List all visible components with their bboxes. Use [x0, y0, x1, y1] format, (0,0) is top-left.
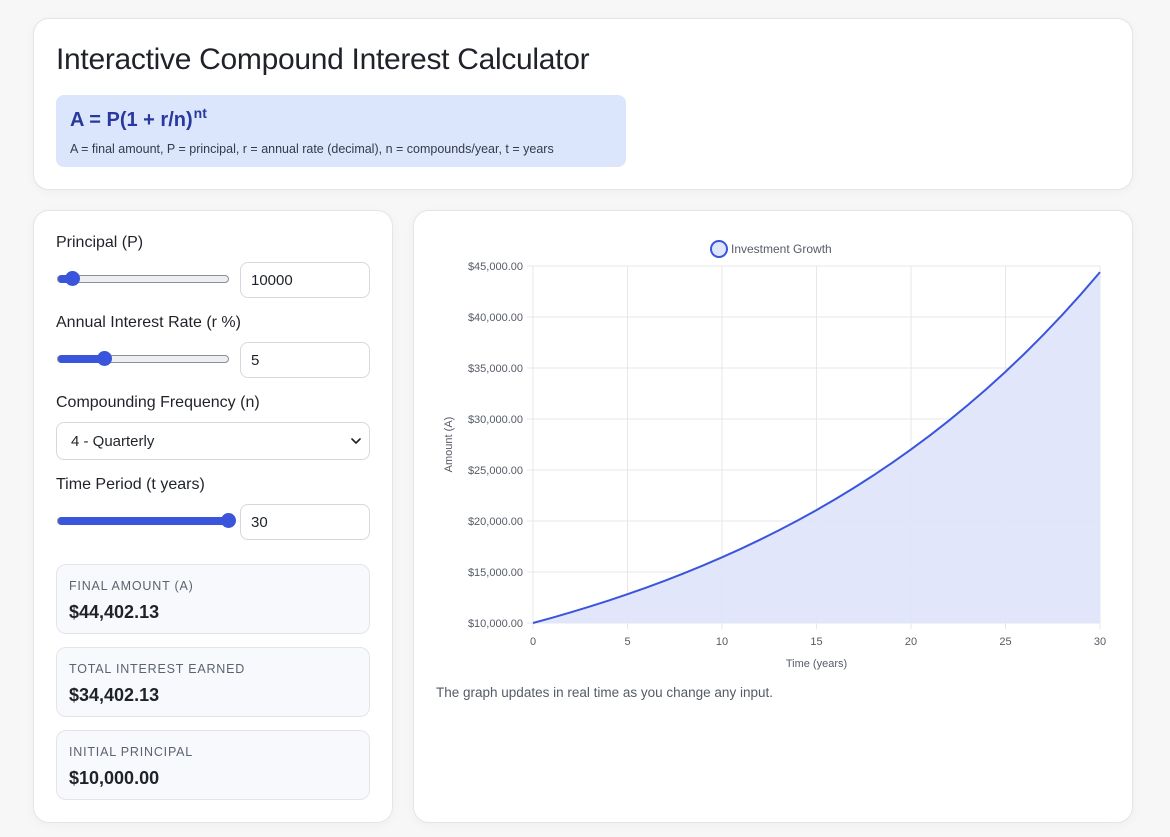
y-axis-title: Amount (A) [443, 417, 455, 473]
y-tick-label: $25,000.00 [468, 465, 523, 477]
x-tick-label: 10 [716, 636, 728, 648]
frequency-select[interactable]: 4 - Quarterly [56, 422, 370, 460]
principal-input[interactable] [240, 262, 370, 298]
legend-label: Investment Growth [731, 242, 832, 256]
y-tick-label: $30,000.00 [468, 414, 523, 426]
rate-label: Annual Interest Rate (r %) [56, 314, 241, 331]
y-tick-label: $20,000.00 [468, 516, 523, 528]
initial-principal-value: $10,000.00 [69, 768, 160, 788]
x-tick-label: 5 [624, 636, 630, 648]
x-tick-label: 15 [810, 636, 822, 648]
final-amount-value: $44,402.13 [69, 602, 160, 622]
rate-slider-thumb[interactable] [96, 351, 112, 366]
y-tick-label: $10,000.00 [468, 618, 523, 630]
frequency-label: Compounding Frequency (n) [56, 394, 260, 411]
final-amount-stat: FINAL AMOUNT (A) $44,402.13 [56, 564, 370, 634]
final-amount-label: FINAL AMOUNT (A) [69, 579, 194, 593]
x-tick-label: 0 [530, 636, 536, 648]
page-title: Interactive Compound Interest Calculator [56, 43, 590, 76]
time-label: Time Period (t years) [56, 476, 205, 493]
growth-chart: $10,000.00 $15,000.00 $20,000.00 $25,000.00… [443, 240, 1106, 670]
controls-panel: Principal (P) Annual Interest Rate (r %)… [33, 210, 393, 823]
time-slider[interactable] [57, 513, 236, 528]
header-card: Interactive Compound Interest Calculator… [33, 18, 1133, 190]
formula-expression: A = P(1 + r/n)nt [70, 105, 207, 132]
rate-input[interactable] [240, 342, 370, 378]
chevron-down-icon [351, 438, 361, 444]
principal-label: Principal (P) [56, 234, 144, 251]
time-input[interactable] [240, 504, 370, 540]
principal-slider-thumb[interactable] [64, 271, 80, 286]
chart-panel: $10,000.00 $15,000.00 $20,000.00 $25,000.00… [413, 210, 1133, 823]
y-tick-label: $15,000.00 [468, 567, 523, 579]
chart-note: The graph updates in real time as you ch… [436, 685, 773, 700]
formula-text: A = P(1 + r/n) [70, 109, 193, 131]
formula-legend: A = final amount, P = principal, r = ann… [70, 142, 554, 156]
formula-exponent: nt [193, 105, 207, 121]
frequency-selected-value: 4 - Quarterly [71, 433, 155, 450]
initial-principal-stat: INITIAL PRINCIPAL $10,000.00 [56, 730, 370, 800]
formula-box: A = P(1 + r/n)nt A = final amount, P = p… [56, 95, 626, 167]
y-tick-label: $35,000.00 [468, 363, 523, 375]
legend-marker [710, 240, 728, 258]
y-tick-label: $40,000.00 [468, 312, 523, 324]
y-tick-label: $45,000.00 [468, 261, 523, 273]
total-interest-stat: TOTAL INTEREST EARNED $34,402.13 [56, 647, 370, 717]
x-tick-label: 30 [1094, 636, 1106, 648]
total-interest-label: TOTAL INTEREST EARNED [69, 662, 246, 676]
x-tick-label: 20 [905, 636, 917, 648]
time-slider-thumb[interactable] [221, 513, 236, 528]
total-interest-value: $34,402.13 [69, 685, 160, 705]
principal-slider[interactable] [57, 271, 229, 286]
time-slider-fill [58, 517, 228, 525]
x-axis-title: Time (years) [786, 658, 847, 670]
initial-principal-label: INITIAL PRINCIPAL [69, 745, 194, 759]
x-tick-label: 25 [999, 636, 1011, 648]
rate-slider[interactable] [57, 351, 229, 366]
